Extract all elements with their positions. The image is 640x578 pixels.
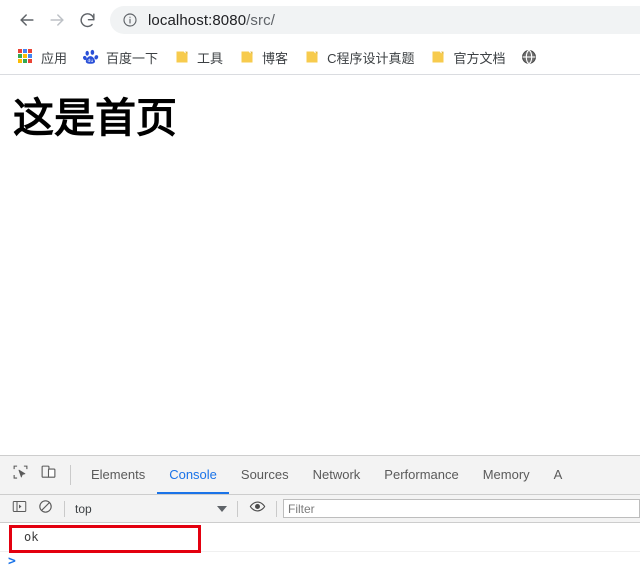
toolbar-divider — [237, 500, 238, 517]
console-filter-placeholder: Filter — [288, 501, 315, 516]
reload-icon — [78, 11, 97, 30]
device-toolbar-button[interactable] — [34, 456, 62, 494]
device-toolbar-icon — [40, 464, 57, 486]
folder-icon — [430, 49, 446, 65]
tab-network[interactable]: Network — [301, 456, 373, 494]
console-sidebar-toggle[interactable] — [6, 497, 32, 521]
toolbar-divider — [276, 500, 277, 517]
arrow-left-icon — [17, 10, 37, 30]
bookmark-blog[interactable]: 博客 — [233, 45, 294, 69]
bookmark-tools[interactable]: 工具 — [168, 45, 229, 69]
url-host: localhost:8080 — [148, 11, 247, 29]
execution-context-label: top — [75, 501, 92, 516]
arrow-right-icon — [47, 10, 67, 30]
back-button[interactable] — [12, 5, 42, 35]
svg-text:du: du — [88, 58, 94, 64]
chevron-down-icon — [217, 505, 227, 512]
url-path: /src/ — [246, 11, 275, 29]
devtools-panel: Elements Console Sources Network Perform… — [0, 455, 640, 577]
toolbar-divider — [70, 465, 71, 485]
browser-chrome: localhost:8080/src/ 应用 du 百度一下 工具 博客 C程序… — [0, 0, 640, 75]
console-toolbar: top Filter — [0, 495, 640, 523]
address-bar-url: localhost:8080/src/ — [148, 12, 275, 29]
baidu-paw-icon: du — [83, 49, 99, 65]
page-title: 这是首页 — [13, 94, 177, 142]
tab-sources[interactable]: Sources — [229, 456, 301, 494]
clear-console-button[interactable] — [32, 497, 58, 521]
tab-performance[interactable]: Performance — [372, 456, 470, 494]
inspect-element-icon — [12, 464, 29, 486]
bookmark-apps[interactable]: 应用 — [12, 45, 73, 69]
tab-console[interactable]: Console — [157, 456, 229, 494]
devtools-tabbar: Elements Console Sources Network Perform… — [0, 456, 640, 495]
reload-button[interactable] — [72, 5, 102, 35]
console-input-prompt[interactable]: > — [0, 552, 640, 577]
info-circle-icon[interactable] — [122, 12, 138, 28]
console-output-area[interactable]: ok > — [0, 523, 640, 577]
bookmark-label: 百度一下 — [106, 50, 159, 66]
bookmark-label: 工具 — [197, 50, 224, 66]
forward-button[interactable] — [42, 5, 72, 35]
live-expression-eye-icon — [249, 498, 266, 520]
live-expression-button[interactable] — [244, 497, 270, 521]
bookmark-overflow[interactable] — [515, 45, 543, 69]
page-viewport: 这是首页 — [0, 75, 640, 455]
bookmark-label: 应用 — [41, 50, 68, 66]
execution-context-select[interactable]: top — [71, 499, 231, 519]
bookmark-official-docs[interactable]: 官方文档 — [424, 45, 511, 69]
folder-icon — [239, 49, 255, 65]
toolbar-divider — [64, 500, 65, 517]
console-sidebar-icon — [12, 499, 27, 519]
bookmark-c-exam[interactable]: C程序设计真题 — [298, 45, 420, 69]
bookmark-baidu[interactable]: du 百度一下 — [77, 45, 164, 69]
prompt-chevron-icon: > — [8, 554, 16, 569]
bookmark-label: C程序设计真题 — [327, 50, 415, 66]
console-message-text: ok — [24, 530, 39, 544]
globe-icon — [521, 49, 537, 65]
folder-icon — [304, 49, 320, 65]
console-filter-input[interactable]: Filter — [283, 499, 640, 518]
bookmarks-bar: 应用 du 百度一下 工具 博客 C程序设计真题 官方文档 — [0, 40, 640, 75]
tab-memory[interactable]: Memory — [471, 456, 542, 494]
tab-elements[interactable]: Elements — [79, 456, 157, 494]
address-bar[interactable]: localhost:8080/src/ — [110, 6, 640, 34]
browser-toolbar: localhost:8080/src/ — [0, 0, 640, 40]
apps-grid-icon — [18, 49, 34, 65]
inspect-element-button[interactable] — [6, 456, 34, 494]
tab-application[interactable]: A — [542, 456, 575, 494]
console-message-row[interactable]: ok — [0, 523, 640, 552]
bookmark-label: 官方文档 — [453, 50, 506, 66]
folder-icon — [174, 49, 190, 65]
clear-console-icon — [38, 499, 53, 519]
bookmark-label: 博客 — [262, 50, 289, 66]
